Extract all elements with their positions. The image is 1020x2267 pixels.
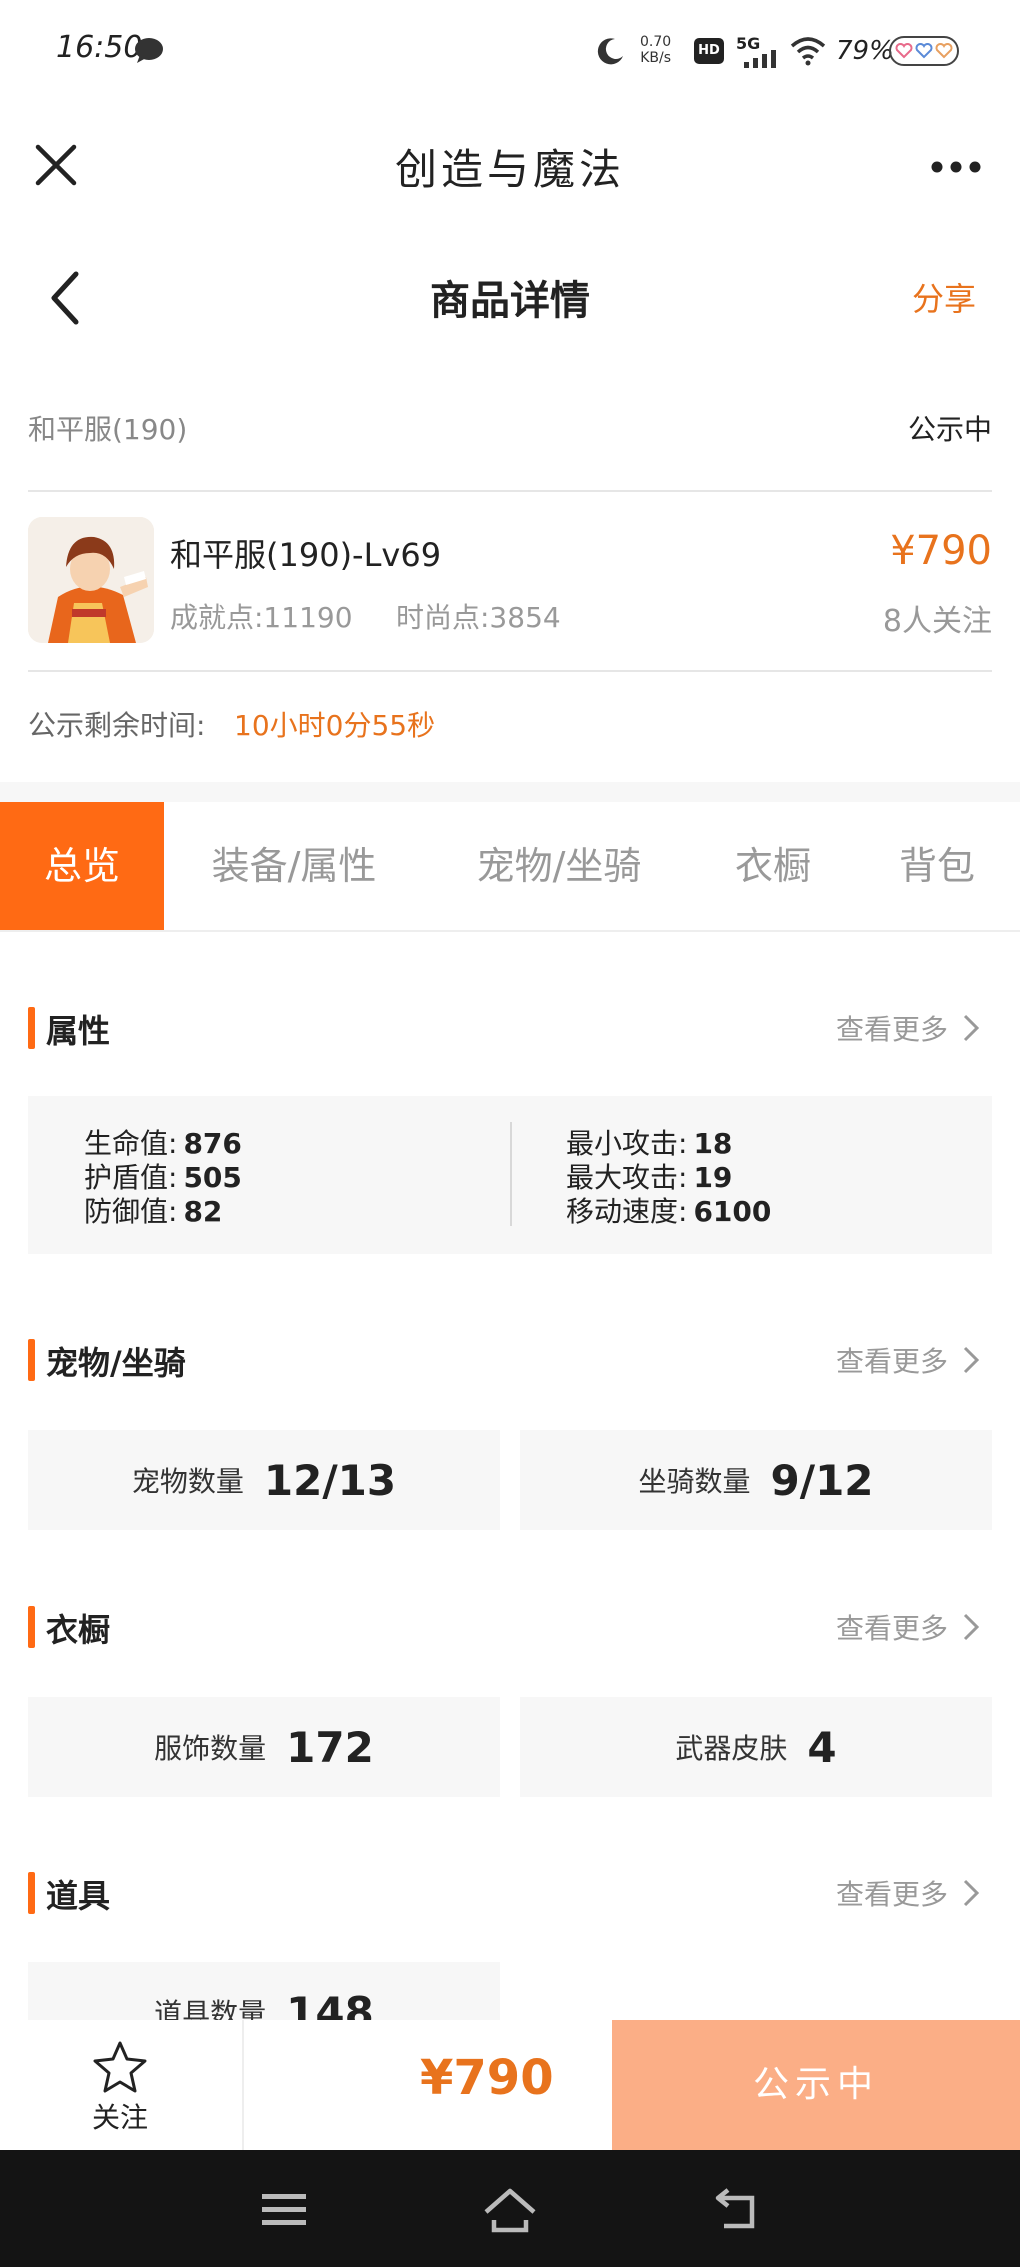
tab-wardrobe[interactable]: 衣橱 bbox=[716, 802, 830, 930]
fashion-points: 时尚点:3854 bbox=[396, 601, 561, 634]
card-label: 宠物数量 bbox=[131, 1465, 244, 1498]
outfit-count-card: 服饰数量 172 bbox=[28, 1697, 500, 1797]
chevron-right-icon bbox=[963, 1346, 980, 1374]
page-title: 商品详情 bbox=[430, 278, 590, 324]
divider bbox=[242, 2020, 244, 2150]
menu-icon[interactable] bbox=[262, 2192, 306, 2228]
battery-level: 79% bbox=[836, 36, 894, 66]
attr-separator bbox=[510, 1122, 512, 1226]
section-title-items: 道具 bbox=[46, 1877, 111, 1915]
card-value: 12/13 bbox=[263, 1455, 397, 1505]
view-more-wardrobe[interactable]: 查看更多 bbox=[836, 1607, 980, 1647]
share-button[interactable]: 分享 bbox=[912, 274, 976, 320]
attr-defense: 防御值: 82 bbox=[84, 1195, 223, 1228]
divider bbox=[28, 670, 992, 672]
card-value: 9/12 bbox=[770, 1455, 874, 1505]
remaining-time-value: 10小时0分55秒 bbox=[234, 709, 436, 742]
section-title-pets: 宠物/坐骑 bbox=[46, 1344, 186, 1382]
attr-move-speed: 移动速度: 6100 bbox=[566, 1195, 772, 1228]
chevron-right-icon bbox=[963, 1879, 980, 1907]
section-marker bbox=[28, 1007, 35, 1049]
moon-icon bbox=[597, 38, 623, 65]
return-icon[interactable] bbox=[714, 2186, 760, 2230]
publicity-button[interactable]: 公示中 bbox=[612, 2020, 1020, 2150]
chevron-right-icon bbox=[963, 1613, 980, 1641]
tab-pets[interactable]: 宠物/坐骑 bbox=[448, 802, 670, 930]
section-marker bbox=[28, 1339, 35, 1381]
tab-backpack[interactable]: 背包 bbox=[880, 802, 994, 930]
card-label: 武器皮肤 bbox=[675, 1732, 788, 1765]
hd-badge: HD bbox=[694, 38, 724, 64]
chevron-right-icon bbox=[963, 1014, 980, 1042]
weapon-skin-card: 武器皮肤 4 bbox=[520, 1697, 992, 1797]
card-value: 4 bbox=[807, 1722, 837, 1772]
view-more-items[interactable]: 查看更多 bbox=[836, 1873, 980, 1913]
card-label: 服饰数量 bbox=[154, 1732, 267, 1765]
product-name: 和平服(190)-Lv69 bbox=[170, 536, 442, 574]
view-more-label: 查看更多 bbox=[835, 1345, 948, 1378]
section-title-wardrobe: 衣橱 bbox=[46, 1611, 111, 1649]
divider bbox=[28, 490, 992, 492]
tab-overview[interactable]: 总览 bbox=[0, 802, 164, 930]
view-more-attributes[interactable]: 查看更多 bbox=[836, 1008, 980, 1048]
tab-equipment[interactable]: 装备/属性 bbox=[184, 802, 404, 930]
view-more-label: 查看更多 bbox=[835, 1013, 948, 1046]
view-more-pets[interactable]: 查看更多 bbox=[836, 1340, 980, 1380]
pet-count-card: 宠物数量 12/13 bbox=[28, 1430, 500, 1530]
bottom-price: ¥790 bbox=[420, 2050, 554, 2106]
chat-bubble-icon bbox=[135, 38, 163, 63]
section-gap bbox=[0, 782, 1020, 802]
product-price: ¥790 bbox=[890, 528, 992, 574]
wifi-icon bbox=[790, 37, 826, 66]
section-marker bbox=[28, 1872, 35, 1914]
achievement-points: 成就点:11190 bbox=[170, 601, 353, 634]
view-more-label: 查看更多 bbox=[835, 1878, 948, 1911]
character-avatar bbox=[28, 517, 154, 643]
tab-bar: 总览 装备/属性 宠物/坐骑 衣橱 背包 bbox=[0, 802, 1020, 932]
section-marker bbox=[28, 1606, 35, 1648]
more-icon[interactable] bbox=[930, 160, 982, 174]
net-speed: 0.70 KB/s bbox=[640, 34, 672, 66]
remaining-time-label: 公示剩余时间: bbox=[28, 709, 206, 742]
section-title-attributes: 属性 bbox=[46, 1012, 111, 1050]
status-bar: 16:50 0.70 KB/s HD 5G 79% bbox=[0, 0, 1020, 105]
hearts-battery-icon bbox=[889, 36, 959, 66]
signal-bars-icon bbox=[744, 50, 776, 68]
view-more-label: 查看更多 bbox=[835, 1612, 948, 1645]
status-time: 16:50 bbox=[56, 30, 143, 65]
server-name: 和平服(190) bbox=[28, 413, 188, 446]
card-label: 坐骑数量 bbox=[638, 1465, 751, 1498]
follower-count: 8人关注 bbox=[882, 604, 992, 639]
follow-button[interactable]: 关注 bbox=[92, 2096, 152, 2136]
app-title: 创造与魔法 bbox=[394, 145, 625, 194]
card-value: 172 bbox=[286, 1722, 374, 1772]
star-icon[interactable] bbox=[92, 2040, 148, 2094]
home-icon[interactable] bbox=[482, 2186, 538, 2234]
mount-count-card: 坐骑数量 9/12 bbox=[520, 1430, 992, 1530]
status-label: 公示中 bbox=[907, 413, 992, 446]
